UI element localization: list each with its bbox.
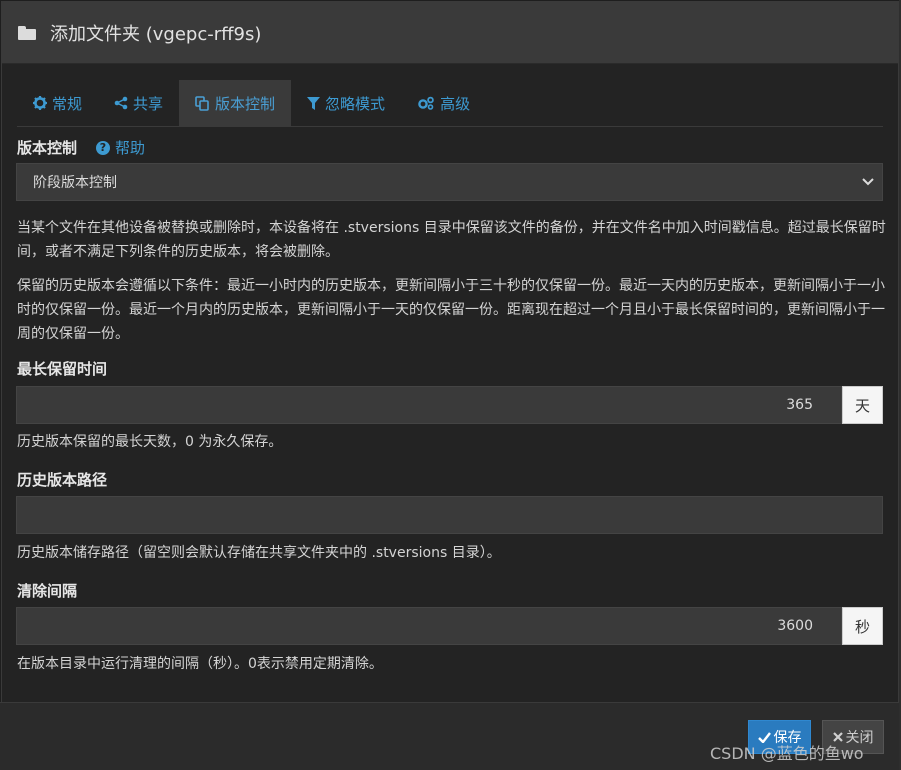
tab-sharing[interactable]: 共享 xyxy=(98,80,179,126)
max-age-help: 历史版本保留的最长天数，0 为永久保存。 xyxy=(17,434,283,450)
cleanup-interval-unit: 秒 xyxy=(842,607,883,645)
tab-versioning[interactable]: 版本控制 xyxy=(179,80,292,126)
gear-icon xyxy=(33,96,47,110)
max-age-input[interactable]: 365 xyxy=(16,386,842,424)
help-link-label: 帮助 xyxy=(115,139,146,157)
cleanup-interval-input[interactable]: 3600 xyxy=(16,607,842,645)
copy-icon xyxy=(195,95,209,111)
tab-general[interactable]: 常规 xyxy=(17,80,98,126)
tab-advanced-label: 高级 xyxy=(440,94,471,113)
tab-advanced[interactable]: 高级 xyxy=(401,80,486,126)
versions-path-input[interactable] xyxy=(16,496,883,534)
versioning-type-select[interactable]: 阶段版本控制 xyxy=(16,163,883,201)
max-age-unit: 天 xyxy=(842,386,883,424)
versioning-description-2: 保留的历史版本会遵循以下条件：最近一小时内的历史版本，更新间隔小于三十秒的仅保留… xyxy=(17,278,885,342)
tab-bar: 常规 共享 版本控制 忽略模式 高级 xyxy=(17,80,883,127)
share-icon xyxy=(114,96,128,110)
question-circle-icon: ? xyxy=(96,140,110,155)
cleanup-interval-label: 清除间隔 xyxy=(17,582,78,600)
gears-icon xyxy=(418,96,434,110)
tab-ignore-patterns-label: 忽略模式 xyxy=(325,94,386,113)
max-age-group: 365 天 xyxy=(16,386,883,424)
tab-versioning-label: 版本控制 xyxy=(215,94,276,113)
versioning-description-1: 当某个文件在其他设备被替换或删除时，本设备将在 .stversions 目录中保… xyxy=(17,220,886,260)
max-age-label: 最长保留时间 xyxy=(17,360,108,378)
dialog-header: 添加文件夹 (vgepc-rff9s) xyxy=(2,2,898,64)
tab-sharing-label: 共享 xyxy=(133,94,164,113)
cleanup-interval-group: 3600 秒 xyxy=(16,607,883,645)
versions-path-group xyxy=(16,496,883,534)
versions-path-help: 历史版本储存路径（留空则会默认存储在共享文件夹中的 .stversions 目录… xyxy=(17,545,501,561)
tab-general-label: 常规 xyxy=(52,94,83,113)
chevron-down-icon xyxy=(862,178,874,186)
versioning-label: 版本控制 xyxy=(17,139,78,157)
help-link[interactable]: ? 帮助 xyxy=(96,137,145,158)
watermark: CSDN @蓝色的鱼wo xyxy=(710,744,864,763)
versioning-type-value: 阶段版本控制 xyxy=(33,175,117,191)
filter-icon xyxy=(307,96,321,110)
dialog-title: 添加文件夹 (vgepc-rff9s) xyxy=(50,23,262,45)
versions-path-label: 历史版本路径 xyxy=(17,471,108,489)
cleanup-interval-help: 在版本目录中运行清理的间隔（秒）。0表示禁用定期清除。 xyxy=(17,656,383,672)
folder-icon xyxy=(18,25,36,40)
tab-ignore-patterns[interactable]: 忽略模式 xyxy=(291,80,401,126)
